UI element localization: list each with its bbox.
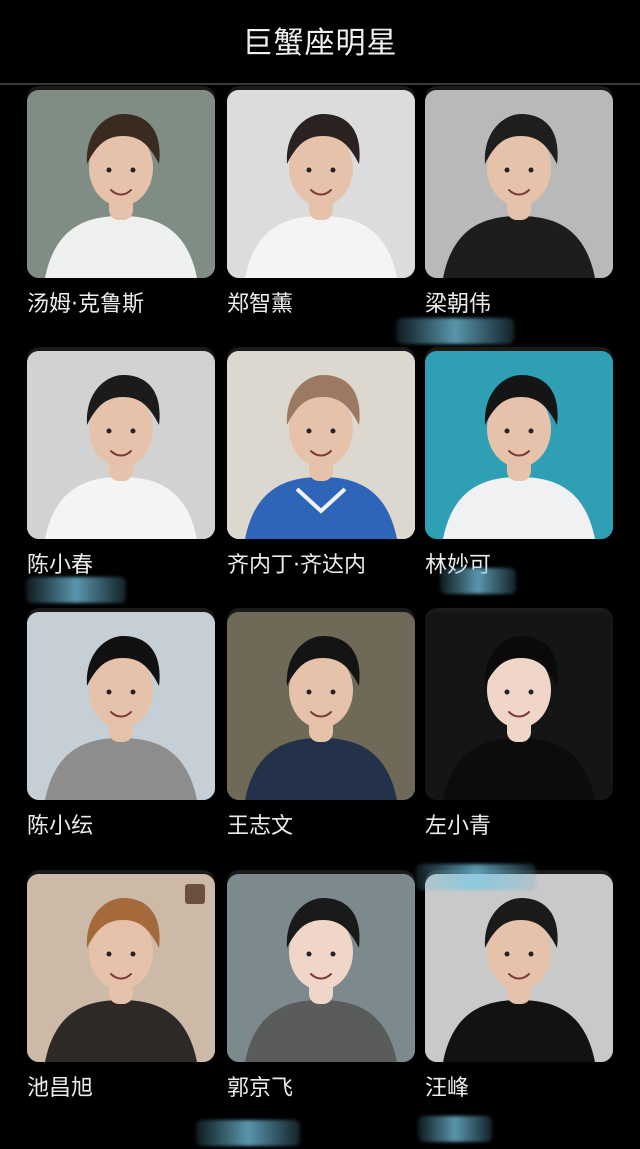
- celebrity-card[interactable]: [425, 874, 613, 1062]
- celebrity-name[interactable]: 陈小纭: [27, 808, 93, 840]
- portrait-illustration: [227, 351, 415, 539]
- smudge-mark: [396, 318, 514, 344]
- celebrity-card[interactable]: [27, 612, 215, 800]
- celebrity-name[interactable]: 齐内丁·齐达内: [227, 547, 366, 579]
- portrait-illustration: [425, 90, 613, 278]
- portrait-illustration: [425, 874, 613, 1062]
- portrait-illustration: [425, 351, 613, 539]
- celebrity-name[interactable]: 陈小春: [27, 547, 93, 579]
- smudge-mark: [196, 1120, 300, 1146]
- celebrity-name[interactable]: 池昌旭: [27, 1070, 93, 1102]
- celebrity-card[interactable]: [27, 874, 215, 1062]
- portrait-illustration: [425, 612, 613, 800]
- celebrity-grid: 汤姆·克鲁斯 郑智薰 梁朝伟 陈小春 齐内丁·齐达内 林妙可 陈小纭 王志文 左小青 池昌旭 郭京飞…: [0, 85, 640, 1149]
- smudge-mark: [416, 864, 536, 890]
- celebrity-name[interactable]: 郑智薰: [227, 286, 293, 318]
- portrait-illustration: [227, 874, 415, 1062]
- celebrity-card[interactable]: [27, 351, 215, 539]
- celebrity-card[interactable]: [27, 90, 215, 278]
- app-header: 巨蟹座明星: [0, 0, 640, 85]
- portrait-illustration: [27, 874, 215, 1062]
- smudge-mark: [418, 1116, 492, 1142]
- portrait-illustration: [27, 612, 215, 800]
- celebrity-card[interactable]: [425, 351, 613, 539]
- celebrity-name[interactable]: 汤姆·克鲁斯: [27, 286, 144, 318]
- celebrity-name[interactable]: 王志文: [227, 808, 293, 840]
- page-title: 巨蟹座明星: [242, 26, 398, 61]
- celebrity-card[interactable]: [227, 90, 415, 278]
- portrait-illustration: [27, 90, 215, 278]
- celebrity-name[interactable]: 郭京飞: [227, 1070, 293, 1102]
- portrait-illustration: [27, 351, 215, 539]
- celebrity-card[interactable]: [227, 874, 415, 1062]
- celebrity-card[interactable]: [425, 612, 613, 800]
- celebrity-card[interactable]: [227, 612, 415, 800]
- smudge-mark: [440, 568, 516, 594]
- celebrity-name[interactable]: 梁朝伟: [425, 286, 491, 318]
- celebrity-name[interactable]: 汪峰: [425, 1070, 469, 1102]
- celebrity-card[interactable]: [425, 90, 613, 278]
- celebrity-name[interactable]: 左小青: [425, 808, 491, 840]
- celebrity-card[interactable]: [227, 351, 415, 539]
- smudge-mark: [26, 577, 126, 603]
- portrait-illustration: [227, 90, 415, 278]
- portrait-illustration: [227, 612, 415, 800]
